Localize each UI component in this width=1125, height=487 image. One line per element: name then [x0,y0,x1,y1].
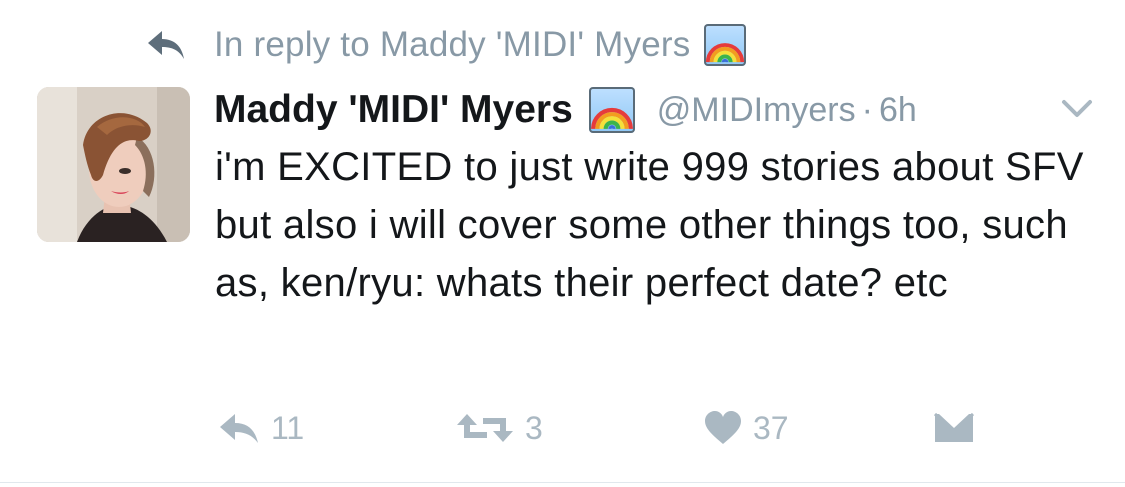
divider [0,482,1125,483]
direct-message-button[interactable] [933,400,975,456]
retweet-count: 3 [525,409,543,446]
reply-context[interactable]: In reply to Maddy 'MIDI' Myers [146,22,747,68]
rainbow-emoji [588,87,635,133]
tweet-header: Maddy 'MIDI' Myers @MIDImyers · 6h [214,80,1094,140]
reply-context-text: In reply to Maddy 'MIDI' Myers [214,25,691,64]
chevron-down-icon[interactable] [1060,96,1094,122]
rainbow-emoji [704,24,747,66]
reply-icon [217,411,261,445]
like-count: 37 [753,409,789,446]
reply-count: 11 [271,409,305,446]
retweet-button[interactable]: 3 [455,400,543,456]
envelope-icon [933,412,975,444]
reply-button[interactable]: 11 [217,400,304,456]
display-name[interactable]: Maddy 'MIDI' Myers [214,88,573,132]
like-button[interactable]: 37 [703,400,789,456]
separator-dot: · [861,90,873,129]
reply-context-icon [146,29,186,61]
retweet-icon [455,408,515,448]
avatar[interactable] [37,87,190,242]
heart-icon [703,410,743,446]
tweet-text: i'm EXCITED to just write 999 stories ab… [215,145,1084,305]
user-handle[interactable]: @MIDImyers [657,91,856,130]
timestamp[interactable]: 6h [879,91,917,130]
tweet-actions: 11 3 37 [0,400,1125,456]
